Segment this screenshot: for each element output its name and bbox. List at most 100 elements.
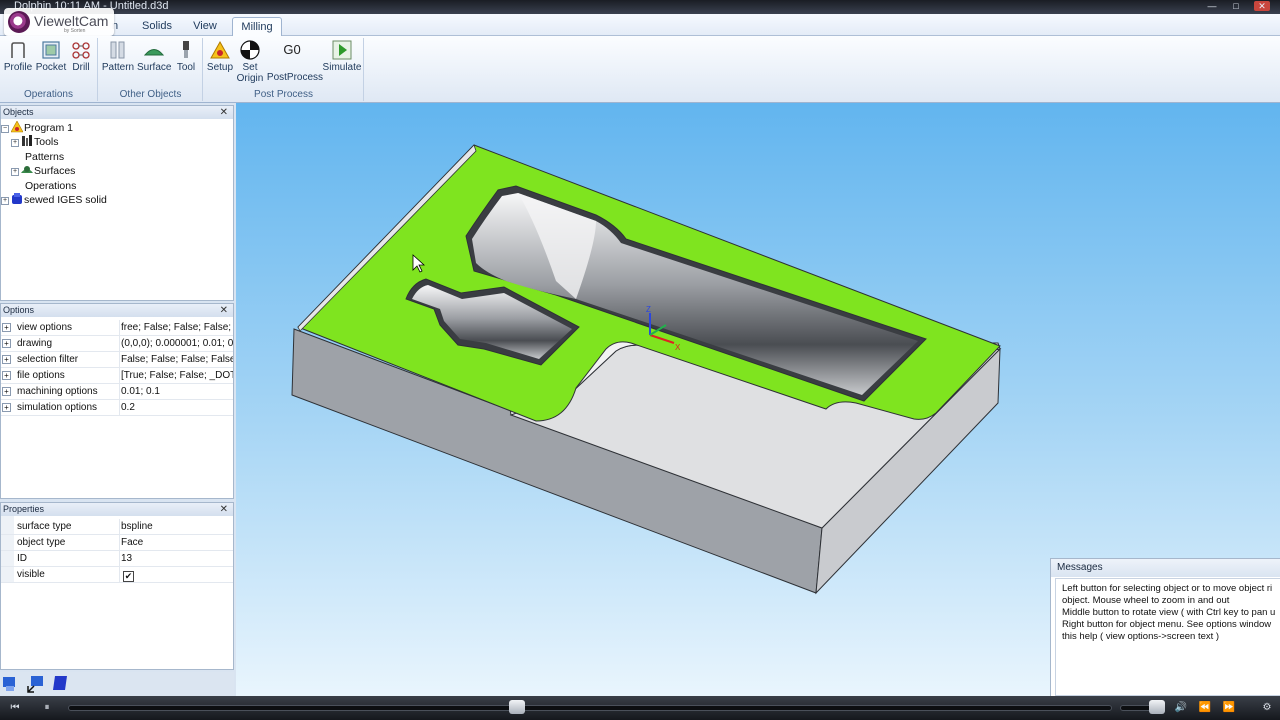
option-row-drawing[interactable]: + drawing (0,0,0); 0.000001; 0.01; 0.1; … xyxy=(1,336,233,352)
property-name: ID xyxy=(17,553,27,564)
option-name: drawing xyxy=(17,338,53,349)
options-panel-close-icon[interactable]: ✕ xyxy=(220,304,228,317)
property-value[interactable]: bspline xyxy=(119,519,233,535)
expand-icon[interactable]: − xyxy=(1,125,9,133)
messages-text-area[interactable]: Left button for selecting object or to m… xyxy=(1055,578,1280,696)
expand-icon[interactable]: + xyxy=(2,403,11,412)
warning-icon xyxy=(11,121,23,133)
setup-warning-icon xyxy=(210,40,230,59)
solid-view-icon[interactable] xyxy=(52,674,68,692)
visible-checkbox[interactable]: ✔ xyxy=(123,571,134,582)
solid-icon xyxy=(12,193,22,204)
tree-label-program: Program 1 xyxy=(24,122,74,134)
tab-milling[interactable]: Milling xyxy=(232,17,282,36)
property-row-object-type[interactable]: object type Face xyxy=(1,535,233,551)
tree-item-tools[interactable]: + Tools xyxy=(11,135,59,149)
expand-icon[interactable]: + xyxy=(1,197,9,205)
ribbon-tabbar: n Solids View Milling xyxy=(0,14,1280,36)
option-row-simulation-options[interactable]: + simulation options 0.2 xyxy=(1,400,233,416)
g0-button[interactable]: G0 . xyxy=(278,40,306,73)
option-row-selection-filter[interactable]: + selection filter False; False; False; … xyxy=(1,352,233,368)
close-window-button[interactable]: ✕ xyxy=(1254,1,1270,11)
expand-icon[interactable]: + xyxy=(11,139,19,147)
setup-button[interactable]: Setup xyxy=(206,40,234,73)
option-value[interactable]: 0.2 xyxy=(119,400,233,416)
forward-button[interactable]: ⏩ xyxy=(1222,701,1236,715)
option-row-file-options[interactable]: + file options [True; False; False; _DOT… xyxy=(1,368,233,384)
option-name: file options xyxy=(17,370,65,381)
tree-item-patterns[interactable]: Patterns xyxy=(25,150,64,164)
group-label-other-objects: Other Objects xyxy=(119,89,182,100)
pattern-label: Pattern xyxy=(101,62,135,73)
seek-knob[interactable] xyxy=(508,700,525,714)
set-origin-button[interactable]: Set Origin xyxy=(236,40,264,84)
tree-item-operations[interactable]: Operations xyxy=(25,179,76,193)
pocket-icon xyxy=(42,41,60,59)
options-panel: Options ✕ + view options free; False; Fa… xyxy=(0,303,234,499)
objects-view-icon[interactable] xyxy=(2,674,18,692)
postprocess-button[interactable]: PostProcess xyxy=(266,72,324,83)
profile-label: Profile xyxy=(3,62,33,73)
expand-icon[interactable]: + xyxy=(2,323,11,332)
surface-button[interactable]: Surface xyxy=(137,40,171,73)
skip-start-button[interactable]: ⏮ xyxy=(8,701,22,715)
property-name: object type xyxy=(17,537,66,548)
tree-item-program[interactable]: − Program 1 xyxy=(1,121,73,135)
pattern-icon xyxy=(110,41,125,59)
tool-button[interactable]: Tool xyxy=(173,40,199,73)
property-row-visible[interactable]: visible ✔ xyxy=(1,567,233,583)
property-name: surface type xyxy=(17,521,72,532)
option-value[interactable]: False; False; False; False; Fa xyxy=(119,352,233,368)
tree-label-solid: sewed IGES solid xyxy=(24,194,107,206)
minimize-button[interactable]: — xyxy=(1204,1,1220,11)
volume-icon[interactable]: 🔊 xyxy=(1174,701,1188,715)
objects-panel: Objects ✕ − Program 1 + Tools Patterns + Su… xyxy=(0,105,234,301)
option-value[interactable]: 0.01; 0.1 xyxy=(119,384,233,400)
tree-label-operations: Operations xyxy=(25,180,77,192)
objects-panel-close-icon[interactable]: ✕ xyxy=(220,106,228,119)
option-value[interactable]: free; False; False; False; Tru xyxy=(119,320,233,336)
option-row-machining-options[interactable]: + machining options 0.01; 0.1 xyxy=(1,384,233,400)
profile-button[interactable]: Profile xyxy=(3,40,33,73)
rewind-button[interactable]: ⏪ xyxy=(1198,701,1212,715)
expand-icon[interactable]: + xyxy=(11,168,19,176)
option-value[interactable]: [True; False; False; _DOT_; _D xyxy=(119,368,233,384)
option-name: simulation options xyxy=(17,402,98,413)
tree-item-surfaces[interactable]: + Surfaces xyxy=(11,164,75,178)
property-row-id[interactable]: ID 13 xyxy=(1,551,233,567)
properties-panel: Properties ✕ surface type bspline object… xyxy=(0,502,234,670)
properties-panel-close-icon[interactable]: ✕ xyxy=(220,503,228,516)
option-value[interactable]: (0,0,0); 0.000001; 0.01; 0.1; 0 xyxy=(119,336,233,352)
tab-view[interactable]: View xyxy=(186,17,224,36)
property-value[interactable]: 13 xyxy=(119,551,233,567)
objects-panel-title: Objects xyxy=(3,107,34,117)
visible-checkbox-cell[interactable]: ✔ xyxy=(119,567,233,583)
drill-button[interactable]: Drill xyxy=(68,40,94,73)
tab-solids[interactable]: Solids xyxy=(136,17,178,36)
tree-item-solid[interactable]: + sewed IGES solid xyxy=(1,193,107,207)
option-row-view-options[interactable]: + view options free; False; False; False… xyxy=(1,320,233,336)
pattern-button[interactable]: Pattern xyxy=(101,40,135,73)
tools-icon xyxy=(22,135,32,146)
tree-label-surfaces: Surfaces xyxy=(34,165,76,177)
transform-view-icon[interactable] xyxy=(26,674,46,694)
property-row-surface-type[interactable]: surface type bspline xyxy=(1,519,233,535)
seek-bar[interactable] xyxy=(68,705,1112,711)
simulate-button[interactable]: Simulate xyxy=(322,40,362,73)
tool-label: Tool xyxy=(176,62,196,73)
pause-button[interactable]: ⏸ xyxy=(40,701,54,715)
ribbon-group-post-process: Setup Set Origin G0 . PostProcess Simula… xyxy=(204,38,364,101)
settings-icon[interactable]: ⚙ xyxy=(1260,701,1274,715)
properties-panel-header: Properties ✕ xyxy=(1,503,233,516)
maximize-button[interactable]: □ xyxy=(1228,1,1244,11)
expand-icon[interactable]: + xyxy=(2,355,11,364)
expand-icon[interactable]: + xyxy=(2,371,11,380)
pocket-button[interactable]: Pocket xyxy=(35,40,67,73)
property-value[interactable]: Face xyxy=(119,535,233,551)
messages-panel: Messages Left button for selecting objec… xyxy=(1050,558,1280,698)
options-panel-title: Options xyxy=(3,305,35,315)
volume-knob[interactable] xyxy=(1149,700,1166,714)
expand-icon[interactable]: + xyxy=(2,339,11,348)
drill-icon xyxy=(72,42,90,59)
expand-icon[interactable]: + xyxy=(2,387,11,396)
